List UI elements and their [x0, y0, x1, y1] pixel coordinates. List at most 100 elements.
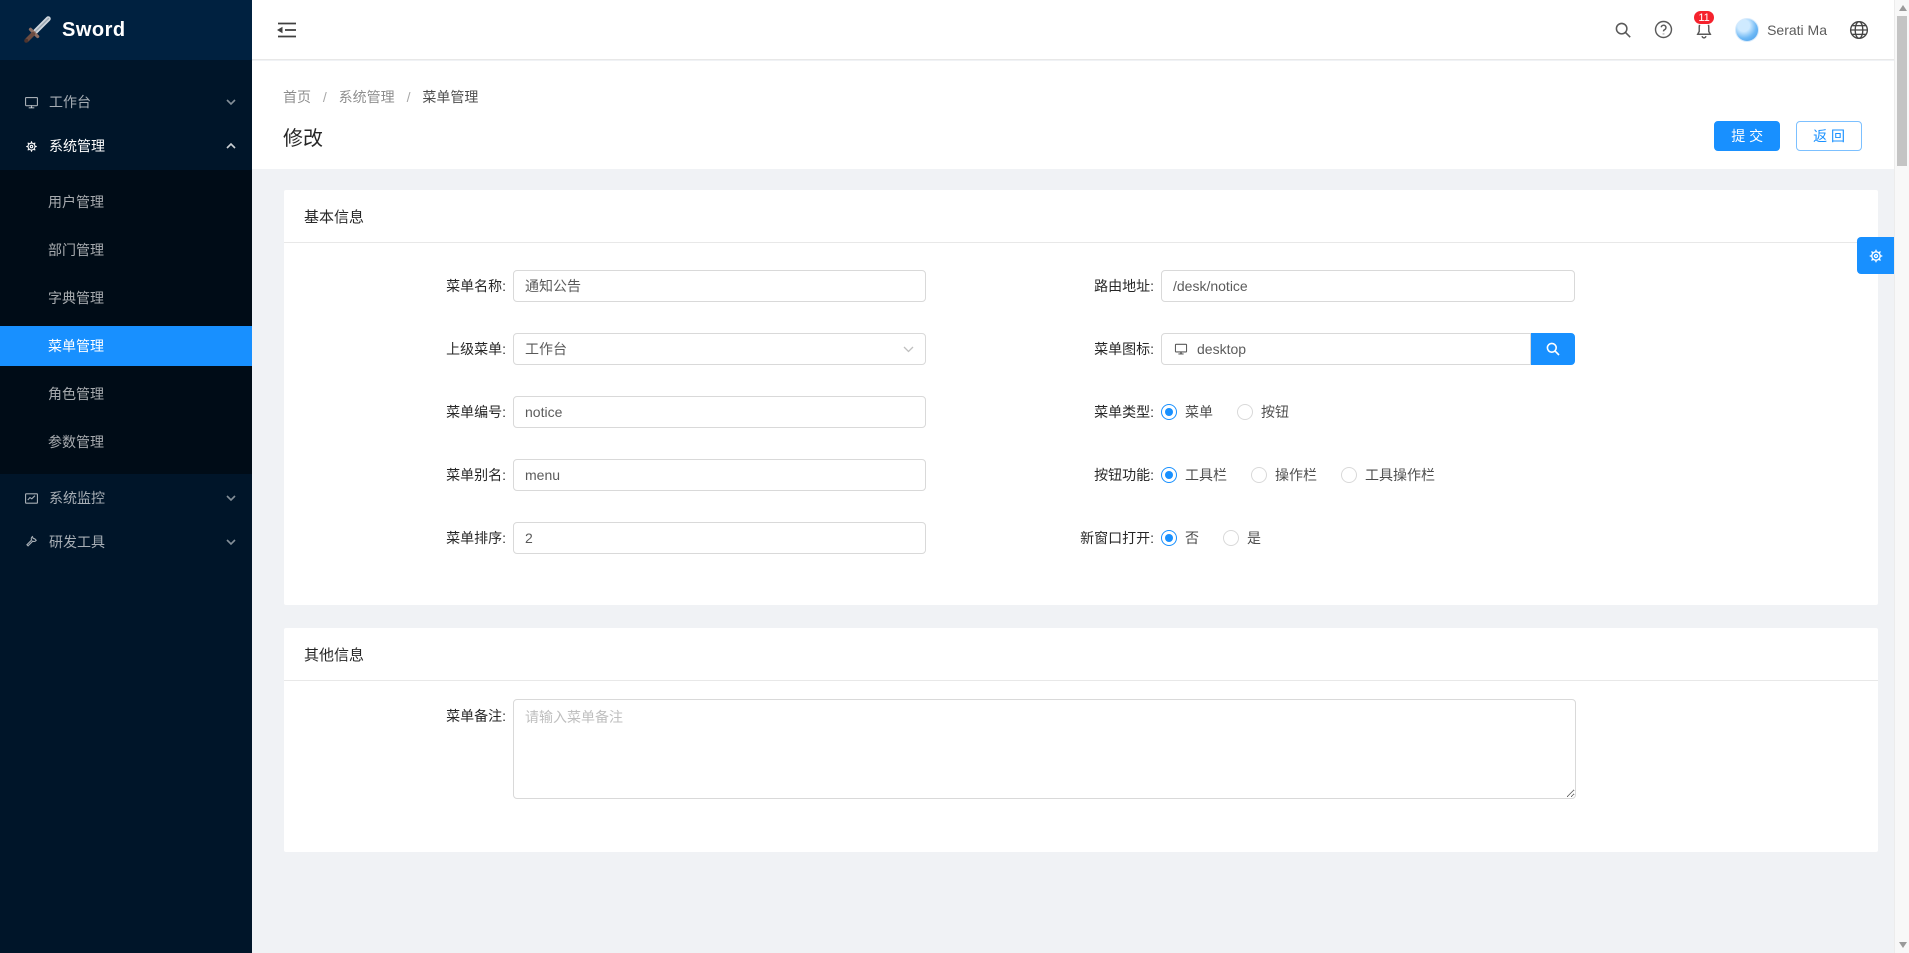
parent-menu-value: 工作台	[525, 339, 567, 359]
chevron-down-icon	[226, 493, 236, 503]
chevron-down-icon	[903, 346, 914, 353]
menu-type-option-button[interactable]: 按钮	[1237, 402, 1289, 422]
radio-label: 工具操作栏	[1365, 465, 1435, 485]
basic-info-card: 基本信息 菜单名称: 路由地址: 上级菜单: 工作台	[284, 190, 1878, 605]
submit-button[interactable]: 提 交	[1714, 121, 1780, 151]
breadcrumb-home[interactable]: 首页	[283, 89, 311, 105]
button-func-label: 按钮功能:	[934, 465, 1161, 485]
new-window-radio-group: 否 是	[1161, 528, 1285, 548]
radio-checked-icon	[1161, 467, 1177, 483]
button-func-option-actionbar[interactable]: 操作栏	[1251, 465, 1317, 485]
menu-icon-label: 菜单图标:	[934, 339, 1161, 359]
search-icon[interactable]	[1603, 21, 1643, 39]
radio-unchecked-icon	[1223, 530, 1239, 546]
radio-checked-icon	[1161, 404, 1177, 420]
gear-icon	[1867, 247, 1885, 265]
route-input[interactable]	[1161, 270, 1575, 302]
chevron-down-icon	[226, 97, 236, 107]
new-window-option-no[interactable]: 否	[1161, 528, 1199, 548]
menu-type-label: 菜单类型:	[934, 402, 1161, 422]
sidebar-item-devtools[interactable]: 研发工具	[0, 522, 252, 562]
sidebar-item-param-mgmt[interactable]: 参数管理	[0, 422, 252, 462]
menu-icon-value: desktop	[1197, 341, 1246, 357]
scroll-down-arrow[interactable]	[1899, 942, 1907, 948]
icon-search-button[interactable]	[1531, 333, 1575, 365]
sidebar-item-label: 研发工具	[49, 532, 226, 552]
scrollbar-thumb[interactable]	[1897, 16, 1907, 166]
new-window-label: 新窗口打开:	[934, 528, 1161, 548]
route-label: 路由地址:	[934, 276, 1161, 296]
desktop-icon	[1173, 342, 1189, 356]
other-info-header: 其他信息	[284, 628, 1878, 681]
new-window-option-yes[interactable]: 是	[1223, 528, 1261, 548]
page-scrollbar[interactable]	[1894, 0, 1909, 953]
other-info-card: 其他信息 菜单备注:	[284, 628, 1878, 852]
gear-icon	[24, 139, 39, 154]
user-name: Serati Ma	[1767, 22, 1827, 38]
scroll-up-arrow[interactable]	[1899, 5, 1907, 11]
content-area: 基本信息 菜单名称: 路由地址: 上级菜单: 工作台	[252, 169, 1894, 953]
radio-label: 操作栏	[1275, 465, 1317, 485]
menu-name-input[interactable]	[513, 270, 926, 302]
sidebar-item-dict-mgmt[interactable]: 字典管理	[0, 278, 252, 318]
notifications-bell-icon[interactable]: 11	[1684, 20, 1724, 39]
theme-settings-button[interactable]	[1857, 237, 1894, 274]
help-icon[interactable]	[1643, 20, 1684, 39]
radio-label: 菜单	[1185, 402, 1213, 422]
language-globe-icon[interactable]	[1838, 20, 1880, 40]
radio-label: 按钮	[1261, 402, 1289, 422]
menu-name-label: 菜单名称:	[284, 276, 513, 296]
search-icon	[1545, 341, 1561, 357]
topbar-actions: 11 Serati Ma	[1603, 18, 1880, 42]
menu-alias-input[interactable]	[513, 459, 926, 491]
menu-remark-label: 菜单备注:	[284, 699, 513, 726]
topbar: 11 Serati Ma	[252, 0, 1894, 60]
page-header: 首页 / 系统管理 / 菜单管理 修改 提 交 返 回	[252, 61, 1894, 169]
back-button[interactable]: 返 回	[1796, 121, 1862, 151]
app-title: Sword	[62, 19, 126, 42]
breadcrumb-system[interactable]: 系统管理	[339, 89, 395, 105]
sidebar-item-menu-mgmt[interactable]: 菜单管理	[0, 326, 252, 366]
radio-unchecked-icon	[1251, 467, 1267, 483]
sidebar-item-monitor[interactable]: 系统监控	[0, 478, 252, 518]
radio-label: 工具栏	[1185, 465, 1227, 485]
sidebar-item-workbench[interactable]: 工作台	[0, 82, 252, 122]
menu-type-radio-group: 菜单 按钮	[1161, 402, 1313, 422]
menu-remark-textarea[interactable]	[513, 699, 1576, 799]
line-chart-icon	[24, 491, 39, 506]
button-func-radio-group: 工具栏 操作栏 工具操作栏	[1161, 465, 1459, 485]
sidebar-item-user-mgmt[interactable]: 用户管理	[0, 182, 252, 222]
card-title: 其他信息	[304, 644, 364, 665]
sidebar-item-system[interactable]: 系统管理	[0, 126, 252, 166]
basic-info-header: 基本信息	[284, 190, 1878, 243]
desktop-icon	[24, 95, 39, 110]
radio-unchecked-icon	[1237, 404, 1253, 420]
app-logo[interactable]: Sword	[0, 0, 252, 60]
sidebar-item-dept-mgmt[interactable]: 部门管理	[0, 230, 252, 270]
parent-menu-select[interactable]: 工作台	[513, 333, 926, 365]
sidebar-item-label: 系统监控	[49, 488, 226, 508]
menu-sort-input[interactable]	[513, 522, 926, 554]
button-func-option-toolbar[interactable]: 工具栏	[1161, 465, 1227, 485]
menu-icon-input[interactable]: desktop	[1161, 333, 1531, 365]
menu-code-label: 菜单编号:	[284, 402, 513, 422]
menu-code-input[interactable]	[513, 396, 926, 428]
radio-label: 否	[1185, 528, 1199, 548]
menu-fold-icon[interactable]	[277, 21, 297, 39]
parent-menu-label: 上级菜单:	[284, 339, 513, 359]
sidebar-item-role-mgmt[interactable]: 角色管理	[0, 374, 252, 414]
menu-type-option-menu[interactable]: 菜单	[1161, 402, 1213, 422]
page-title: 修改	[283, 122, 323, 151]
button-func-option-both[interactable]: 工具操作栏	[1341, 465, 1435, 485]
breadcrumb-separator: /	[407, 89, 411, 105]
user-menu[interactable]: Serati Ma	[1724, 18, 1838, 42]
menu-sort-label: 菜单排序:	[284, 528, 513, 548]
radio-unchecked-icon	[1341, 467, 1357, 483]
chevron-down-icon	[226, 537, 236, 547]
sword-logo-icon	[22, 15, 52, 45]
chevron-up-icon	[226, 141, 236, 151]
avatar	[1735, 18, 1759, 42]
sidebar-submenu-system: 用户管理 部门管理 字典管理 菜单管理 角色管理 参数管理	[0, 170, 252, 474]
sidebar: Sword 工作台 系统管理 用户管理 部门管理 字典管理 菜单管理	[0, 0, 252, 953]
wrench-icon	[24, 535, 39, 550]
